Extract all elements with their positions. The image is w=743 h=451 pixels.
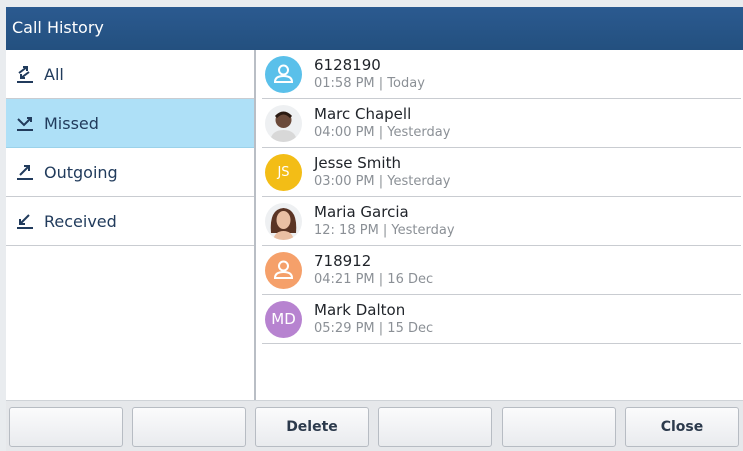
- call-time: 05:29 PM | 15 Dec: [314, 321, 434, 336]
- softkey-bar: Delete Close: [6, 400, 743, 451]
- caller-name: Marc Chapell: [314, 105, 412, 123]
- filter-received[interactable]: Received: [6, 197, 254, 246]
- caller-name: 6128190: [314, 56, 381, 74]
- caller-name: Maria Garcia: [314, 203, 409, 221]
- call-row[interactable]: Maria Garcia 12: 18 PM | Yesterday: [262, 197, 741, 246]
- title-bar: Call History: [6, 7, 743, 50]
- softkey-5[interactable]: [502, 407, 616, 447]
- outgoing-call-icon: [14, 162, 36, 182]
- softkey-4[interactable]: [378, 407, 492, 447]
- missed-call-icon: [14, 113, 36, 133]
- filter-all[interactable]: All: [6, 50, 254, 99]
- avatar-initials-text: JS: [277, 164, 290, 180]
- filter-label: Received: [44, 211, 117, 231]
- avatar-photo: [265, 104, 302, 142]
- call-time: 04:21 PM | 16 Dec: [314, 272, 434, 287]
- filter-sidebar: All Missed Outgoing Received: [6, 50, 256, 400]
- call-row[interactable]: JS Jesse Smith 03:00 PM | Yesterday: [262, 148, 741, 197]
- avatar-photo: [265, 202, 302, 240]
- page-title: Call History: [12, 18, 104, 37]
- call-row[interactable]: 718912 04:21 PM | 16 Dec: [262, 246, 741, 295]
- call-list: 6128190 01:58 PM | Today Marc Chapell 04…: [262, 50, 741, 400]
- avatar-initials: MD: [265, 300, 302, 338]
- call-time: 01:58 PM | Today: [314, 76, 425, 91]
- filter-label: Outgoing: [44, 162, 118, 182]
- call-row[interactable]: MD Mark Dalton 05:29 PM | 15 Dec: [262, 295, 741, 344]
- call-history-screen: Call History All Missed Outgoing Receive…: [6, 7, 743, 451]
- call-row[interactable]: 6128190 01:58 PM | Today: [262, 50, 741, 99]
- softkey-2[interactable]: [132, 407, 246, 447]
- contact-icon: [265, 55, 302, 93]
- filter-outgoing[interactable]: Outgoing: [6, 148, 254, 197]
- softkey-1[interactable]: [9, 407, 123, 447]
- filter-label: Missed: [44, 113, 99, 133]
- filter-missed[interactable]: Missed: [6, 99, 254, 148]
- avatar-initials: JS: [265, 153, 302, 191]
- filter-label: All: [44, 64, 64, 84]
- call-time: 12: 18 PM | Yesterday: [314, 223, 455, 238]
- delete-button[interactable]: Delete: [255, 407, 369, 447]
- close-button[interactable]: Close: [625, 407, 739, 447]
- call-time: 03:00 PM | Yesterday: [314, 174, 451, 189]
- call-row[interactable]: Marc Chapell 04:00 PM | Yesterday: [262, 99, 741, 148]
- contact-icon: [265, 251, 302, 289]
- caller-name: 718912: [314, 252, 372, 270]
- avatar-initials-text: MD: [271, 310, 296, 328]
- caller-name: Jesse Smith: [314, 154, 401, 172]
- received-call-icon: [14, 211, 36, 231]
- call-time: 04:00 PM | Yesterday: [314, 125, 451, 140]
- all-calls-icon: [14, 64, 36, 84]
- caller-name: Mark Dalton: [314, 301, 406, 319]
